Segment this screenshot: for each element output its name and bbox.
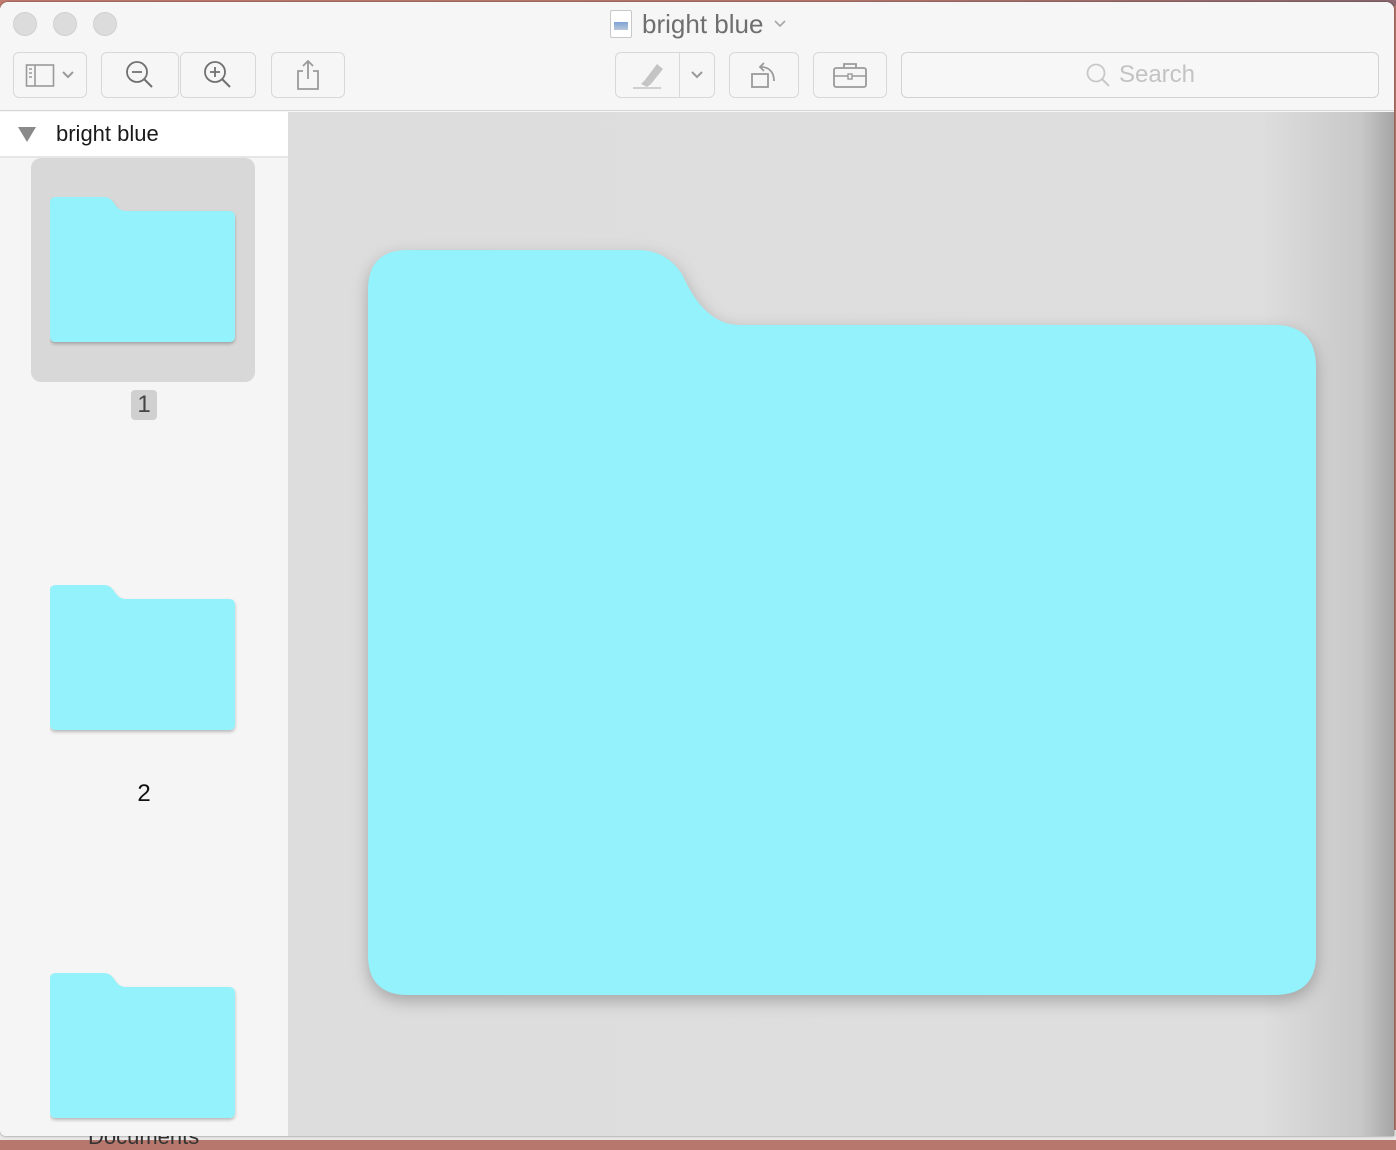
folder-page-image bbox=[368, 250, 1316, 995]
window-title[interactable]: bright blue bbox=[610, 8, 787, 40]
minimize-button[interactable] bbox=[53, 12, 77, 36]
thumbnail-sidebar: bright blue 1 2 bbox=[0, 112, 288, 1136]
zoom-out-button[interactable] bbox=[101, 52, 179, 98]
pen-icon bbox=[632, 64, 663, 89]
search-icon bbox=[1086, 63, 1110, 87]
markup-button[interactable] bbox=[616, 53, 681, 97]
sidebar-toggle-button[interactable] bbox=[13, 52, 87, 98]
markup-button-group bbox=[615, 52, 715, 98]
zoom-in-icon bbox=[204, 61, 231, 88]
close-button[interactable] bbox=[13, 12, 37, 36]
rotate-button[interactable] bbox=[729, 52, 799, 98]
toolbox-icon bbox=[833, 63, 867, 88]
sidebar-document-header[interactable]: bright blue bbox=[0, 112, 288, 158]
folder-thumbnail-icon bbox=[50, 197, 235, 342]
sidebar-document-name: bright blue bbox=[56, 121, 159, 146]
share-button[interactable] bbox=[271, 52, 345, 98]
page-thumbnail-2[interactable] bbox=[31, 546, 255, 770]
disclosure-triangle-icon[interactable] bbox=[18, 126, 36, 142]
folder-thumbnail-icon bbox=[50, 973, 235, 1118]
document-icon bbox=[610, 10, 632, 38]
share-icon bbox=[297, 59, 319, 90]
search-placeholder: Search bbox=[1118, 61, 1196, 88]
page-number-1: 1 bbox=[0, 390, 288, 420]
sidebar-icon bbox=[25, 64, 55, 87]
folder-thumbnail-icon bbox=[50, 585, 235, 730]
titlebar-toolbar: bright blue Search bbox=[0, 2, 1394, 111]
search-field[interactable]: Search bbox=[901, 52, 1379, 98]
page-thumbnail-1[interactable] bbox=[31, 158, 255, 382]
rotate-left-icon bbox=[751, 62, 775, 88]
page-thumbnail-3[interactable] bbox=[31, 934, 255, 1136]
chevron-down-icon bbox=[691, 71, 703, 79]
page-number-2: 2 bbox=[137, 780, 151, 807]
markup-menu-button[interactable] bbox=[680, 53, 714, 97]
chevron-down-icon bbox=[774, 20, 786, 28]
zoom-button[interactable] bbox=[93, 12, 117, 36]
chevron-down-icon bbox=[62, 71, 74, 79]
document-view[interactable] bbox=[288, 112, 1394, 1136]
preview-window: bright blue Search bright blue 1 2 bbox=[0, 2, 1394, 1136]
zoom-out-icon bbox=[126, 61, 153, 88]
toolbox-button[interactable] bbox=[813, 52, 887, 98]
zoom-in-button[interactable] bbox=[180, 52, 256, 98]
window-title-text: bright blue bbox=[642, 8, 764, 39]
